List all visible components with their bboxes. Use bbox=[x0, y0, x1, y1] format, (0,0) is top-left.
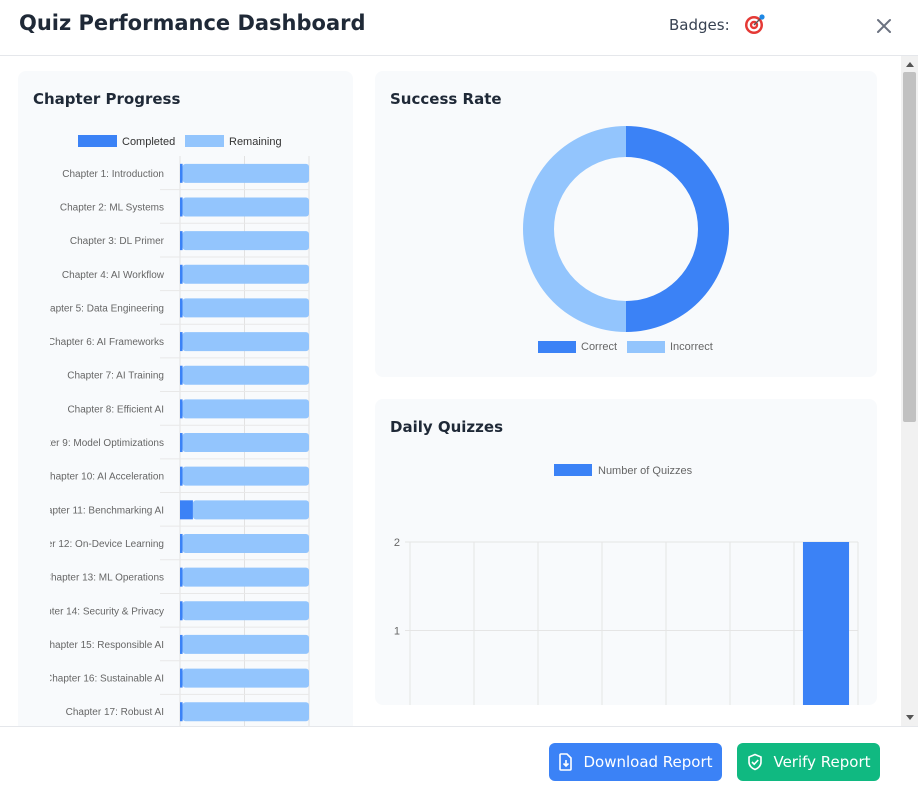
bar-remaining bbox=[182, 433, 309, 453]
bar-remaining bbox=[182, 702, 309, 722]
bar-completed bbox=[180, 634, 183, 654]
category-label: Chapter 6: AI Frameworks bbox=[48, 337, 164, 348]
bar-completed bbox=[180, 500, 193, 520]
bar-remaining bbox=[182, 466, 309, 486]
dashboard-header: Quiz Performance Dashboard Badges: bbox=[0, 0, 918, 56]
category-label: Chapter 2: ML Systems bbox=[60, 202, 164, 213]
chapter-progress-chart: Completed Remaining Chapter 1: Introductio… bbox=[20, 135, 310, 726]
bar-completed bbox=[180, 298, 183, 318]
category-label: Chapter 7: AI Training bbox=[67, 371, 164, 382]
bar-remaining bbox=[182, 634, 309, 654]
category-label: Chapter 5: Data Engineering bbox=[37, 303, 164, 314]
bar-remaining bbox=[182, 567, 309, 587]
bar-completed bbox=[180, 533, 183, 553]
category-label: Chapter 1: Introduction bbox=[62, 169, 164, 180]
download-report-button[interactable]: Download Report bbox=[549, 743, 722, 781]
category-label: Chapter 17: Robust AI bbox=[66, 707, 164, 718]
dashboard-footer: Download Report Verify Report bbox=[0, 726, 918, 801]
bar-completed bbox=[180, 601, 183, 621]
bar-remaining bbox=[182, 197, 309, 217]
bar-completed bbox=[180, 332, 183, 352]
scroll-up-arrow[interactable] bbox=[906, 62, 914, 67]
success-rate-chart: Correct Incorrect bbox=[523, 126, 729, 353]
bar-remaining bbox=[182, 365, 309, 385]
verify-report-button[interactable]: Verify Report bbox=[737, 743, 880, 781]
bar-completed bbox=[180, 163, 183, 183]
bar-completed bbox=[180, 264, 183, 284]
legend-swatch bbox=[554, 464, 592, 476]
bar-remaining bbox=[182, 601, 309, 621]
donut-slice-incorrect bbox=[523, 126, 626, 332]
page-title: Quiz Performance Dashboard bbox=[19, 11, 366, 35]
bar-remaining bbox=[192, 500, 309, 520]
category-label: Chapter 15: Responsible AI bbox=[42, 640, 164, 651]
bar-completed bbox=[180, 365, 183, 385]
daily-quizzes-chart: Number of Quizzes01201-0701-0801-0901-10… bbox=[394, 464, 859, 705]
bar-remaining bbox=[182, 298, 309, 318]
bar-remaining bbox=[182, 399, 309, 419]
badges-label: Badges: bbox=[669, 16, 730, 34]
category-label: Chapter 16: Sustainable AI bbox=[45, 674, 164, 685]
category-label: Chapter 14: Security & Privacy bbox=[28, 606, 164, 617]
bar-remaining bbox=[182, 668, 309, 688]
bar-remaining bbox=[182, 264, 309, 284]
scrollbar[interactable] bbox=[901, 56, 918, 726]
category-label: Chapter 12: On-Device Learning bbox=[20, 539, 164, 550]
bar-quizzes bbox=[802, 542, 850, 705]
bar-completed bbox=[180, 197, 183, 217]
category-label: Chapter 13: ML Operations bbox=[44, 573, 164, 584]
file-download-icon bbox=[559, 753, 573, 771]
category-label: Chapter 3: DL Primer bbox=[70, 236, 165, 247]
legend-label: Incorrect bbox=[670, 341, 713, 353]
y-tick-label: 2 bbox=[394, 537, 400, 549]
y-tick-label: 1 bbox=[394, 626, 400, 638]
download-report-label: Download Report bbox=[583, 753, 713, 771]
success-rate-card: Success Rate Correct Incorrect bbox=[375, 71, 877, 377]
bar-completed bbox=[180, 702, 183, 722]
scrollbar-thumb[interactable] bbox=[903, 72, 916, 422]
scroll-down-arrow[interactable] bbox=[906, 715, 914, 720]
legend-label-remaining: Remaining bbox=[229, 136, 282, 148]
category-label: Chapter 10: AI Acceleration bbox=[43, 472, 164, 483]
bar-completed bbox=[180, 399, 183, 419]
legend-swatch bbox=[538, 341, 576, 353]
dashboard-content: Chapter Progress Completed Remaining Chapt… bbox=[0, 56, 901, 726]
legend-swatch bbox=[627, 341, 665, 353]
bar-remaining bbox=[182, 332, 309, 352]
legend-label: Number of Quizzes bbox=[598, 465, 693, 477]
category-label: Chapter 4: AI Workflow bbox=[62, 270, 165, 281]
bar-remaining bbox=[182, 533, 309, 553]
chapter-progress-card: Chapter Progress Completed Remaining Chapt… bbox=[18, 71, 353, 726]
bar-completed bbox=[180, 466, 183, 486]
close-icon[interactable] bbox=[872, 14, 896, 38]
legend-label: Correct bbox=[581, 341, 617, 353]
category-label: Chapter 8: Efficient AI bbox=[67, 404, 164, 415]
legend-label-completed: Completed bbox=[122, 136, 175, 148]
shield-check-icon bbox=[748, 753, 763, 771]
bar-completed bbox=[180, 668, 183, 688]
legend-swatch-completed bbox=[78, 135, 117, 147]
verify-report-label: Verify Report bbox=[773, 753, 871, 771]
bar-remaining bbox=[182, 163, 309, 183]
bar-completed bbox=[180, 433, 183, 453]
daily-quizzes-card: Daily Quizzes Number of Quizzes01201-070… bbox=[375, 399, 877, 705]
bar-completed bbox=[180, 231, 183, 251]
direct-hit-target-icon bbox=[745, 14, 765, 34]
bar-remaining bbox=[182, 231, 309, 251]
category-label: Chapter 11: Benchmarking AI bbox=[34, 505, 164, 516]
donut-slice-correct bbox=[626, 126, 729, 332]
category-label: Chapter 9: Model Optimizations bbox=[24, 438, 164, 449]
bar-completed bbox=[180, 567, 183, 587]
legend-swatch-remaining bbox=[185, 135, 224, 147]
